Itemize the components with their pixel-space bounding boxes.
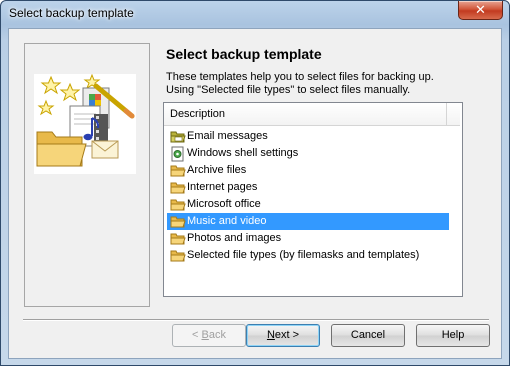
folder-icon — [170, 231, 186, 247]
list-header: Description — [164, 103, 460, 126]
back-prefix: < — [192, 329, 202, 341]
folder-icon — [170, 248, 186, 264]
next-rest: ext > — [274, 329, 300, 341]
list-item[interactable]: Music and video — [167, 213, 449, 230]
folder-icon — [170, 180, 186, 196]
list-item-label: Windows shell settings — [187, 147, 299, 159]
envelope-icon — [91, 140, 119, 159]
settings-doc-icon — [170, 146, 186, 162]
template-list[interactable]: Description Email messages Windows shell … — [163, 102, 463, 297]
column-header-label: Description — [170, 108, 226, 120]
list-item[interactable]: Internet pages — [167, 179, 449, 196]
back-rest: ack — [208, 329, 226, 341]
column-header-description[interactable]: Description — [164, 103, 447, 125]
list-item-label: Archive files — [187, 164, 247, 176]
list-item[interactable]: Selected file types (by filemasks and te… — [167, 247, 449, 264]
list-item-label: Selected file types (by filemasks and te… — [187, 249, 420, 261]
folder-icon — [170, 214, 186, 230]
dialog-client-area: Select backup template These templates h… — [8, 28, 502, 359]
next-button[interactable]: Next > — [246, 324, 320, 347]
list-item-label: Email messages — [187, 130, 268, 142]
list-item-label: Microsoft office — [187, 198, 261, 210]
description-text: These templates help you to select files… — [166, 71, 434, 97]
list-item[interactable]: Windows shell settings — [167, 145, 449, 162]
cancel-button[interactable]: Cancel — [331, 324, 405, 347]
side-panel — [24, 43, 150, 307]
email-folder-icon — [170, 129, 186, 145]
list-item[interactable]: Email messages — [167, 128, 449, 145]
list-item-label: Music and video — [187, 215, 267, 227]
next-mnemonic: N — [266, 329, 275, 341]
list-item[interactable]: Photos and images — [167, 230, 449, 247]
page-heading: Select backup template — [166, 46, 322, 62]
help-button[interactable]: Help — [416, 324, 490, 347]
star-icon — [59, 82, 81, 102]
list-item-label: Internet pages — [187, 181, 258, 193]
window-title: Select backup template — [9, 6, 134, 20]
close-button[interactable]: ✕ — [458, 1, 503, 20]
list-item[interactable]: Archive files — [167, 162, 449, 179]
folder-icon — [170, 163, 186, 179]
list-rows: Email messages Windows shell settings Arch… — [167, 128, 449, 264]
back-mnemonic: B — [201, 329, 209, 341]
description-line-1: These templates help you to select files… — [166, 71, 434, 83]
title-bar[interactable]: Select backup template ✕ — [1, 1, 509, 27]
list-item-label: Photos and images — [187, 232, 282, 244]
backup-illustration — [34, 73, 136, 174]
list-item[interactable]: Microsoft office — [167, 196, 449, 213]
dialog-window: Select backup template ✕ Select backup t… — [0, 0, 510, 366]
star-icon — [37, 99, 55, 116]
description-line-2: Using "Selected file types" to select fi… — [166, 84, 411, 96]
folder-icon — [170, 197, 186, 213]
back-button[interactable]: < Back — [172, 324, 246, 347]
star-icon — [40, 75, 62, 95]
button-separator — [23, 319, 489, 321]
folder-icon — [36, 131, 87, 167]
